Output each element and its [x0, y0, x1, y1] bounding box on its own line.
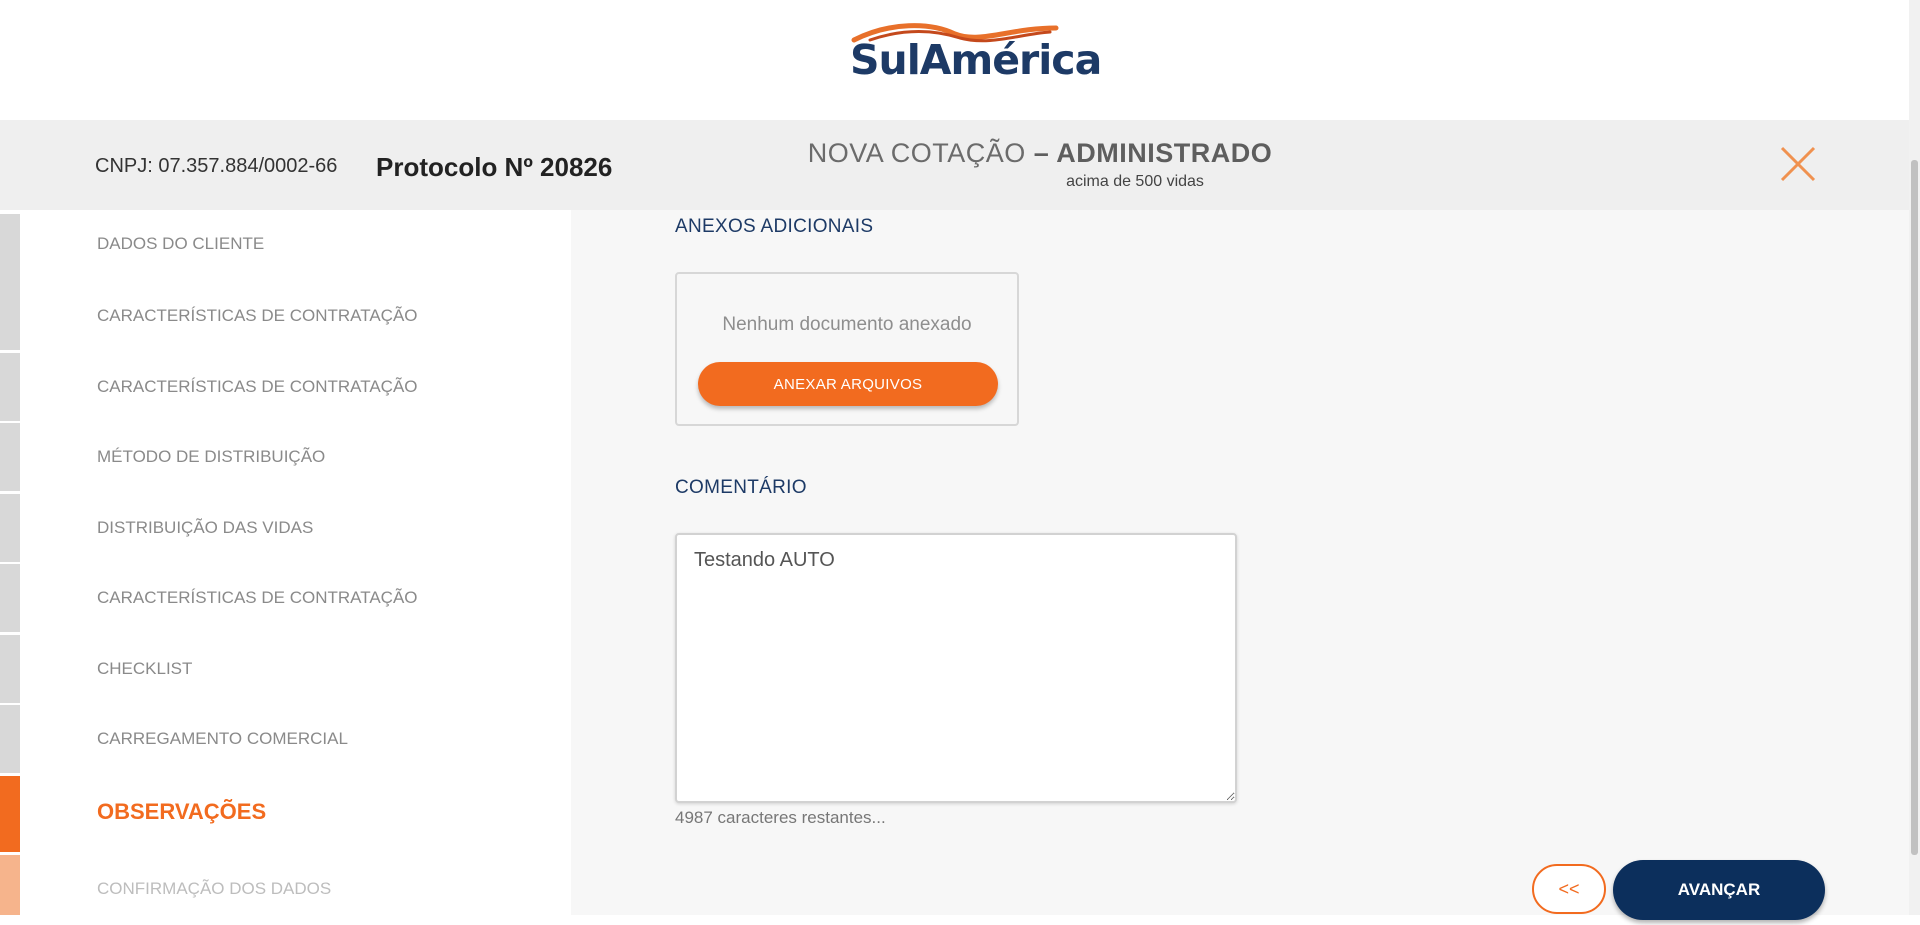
- comment-textarea[interactable]: [675, 533, 1237, 803]
- close-button[interactable]: [1778, 144, 1818, 184]
- header-bar: CNPJ: 07.357.884/0002-66 Protocolo Nº 20…: [0, 120, 1909, 210]
- page-title-strong: ADMINISTRADO: [1056, 138, 1273, 168]
- sidebar-item-label: CARREGAMENTO COMERCIAL: [97, 729, 348, 748]
- sidebar-item-label: DADOS DO CLIENTE: [97, 234, 265, 253]
- protocol-number: Protocolo Nº 20826: [376, 152, 613, 182]
- sidebar-item-observacoes[interactable]: OBSERVAÇÕES: [0, 776, 571, 852]
- step-marker: [0, 423, 20, 491]
- step-marker: [0, 214, 20, 282]
- sidebar-item-caracteristicas-3[interactable]: CARACTERÍSTICAS DE CONTRATAÇÃO: [0, 564, 571, 634]
- back-button[interactable]: <<: [1532, 864, 1606, 914]
- sidebar-item-label: CHECKLIST: [97, 659, 193, 678]
- step-marker: [0, 494, 20, 562]
- step-marker: [0, 855, 20, 915]
- sidebar-item-label: DISTRIBUIÇÃO DAS VIDAS: [97, 518, 314, 537]
- page-title-main: NOVA COTAÇÃO – ADMINISTRADO: [808, 138, 1273, 168]
- sidebar-item-dados-do-cliente[interactable]: DADOS DO CLIENTE: [0, 210, 571, 282]
- sidebar-item-caracteristicas-1[interactable]: CARACTERÍSTICAS DE CONTRATAÇÃO: [0, 282, 571, 352]
- page-title-light: NOVA COTAÇÃO: [807, 138, 1026, 168]
- step-marker: [0, 282, 20, 350]
- comment-title: COMENTÁRIO: [675, 477, 807, 498]
- step-marker: [0, 635, 20, 703]
- page-scrollbar[interactable]: [1909, 0, 1920, 915]
- sidebar-item-label: MÉTODO DE DISTRIBUIÇÃO: [97, 447, 326, 466]
- step-marker: [0, 353, 20, 421]
- sidebar-item-label: CARACTERÍSTICAS DE CONTRATAÇÃO: [97, 588, 418, 607]
- step-marker-active: [0, 776, 20, 852]
- logo-bar: SulAmérica: [0, 0, 1909, 120]
- steps-sidebar: DADOS DO CLIENTE CARACTERÍSTICAS DE CONT…: [0, 210, 571, 915]
- close-icon: [1780, 146, 1816, 182]
- sidebar-item-metodo-distribuicao[interactable]: MÉTODO DE DISTRIBUIÇÃO: [0, 423, 571, 493]
- sidebar-item-label: CARACTERÍSTICAS DE CONTRATAÇÃO: [97, 306, 418, 325]
- attachments-title: ANEXOS ADICIONAIS: [675, 216, 874, 237]
- main-content: ANEXOS ADICIONAIS Nenhum documento anexa…: [571, 210, 1909, 920]
- logo-text: SulAmérica: [850, 36, 1102, 84]
- advance-button[interactable]: AVANÇAR: [1613, 860, 1825, 920]
- step-marker: [0, 564, 20, 632]
- sidebar-item-carregamento-comercial[interactable]: CARREGAMENTO COMERCIAL: [0, 705, 571, 775]
- attachments-box: Nenhum documento anexado ANEXAR ARQUIVOS: [675, 272, 1019, 426]
- page-subtitle: acima de 500 vidas: [1066, 173, 1204, 190]
- page-title: NOVA COTAÇÃO – ADMINISTRADO acima de 500…: [700, 138, 1380, 191]
- page-title-dash: –: [1025, 138, 1057, 168]
- sidebar-item-label: CONFIRMAÇÃO DOS DADOS: [97, 879, 332, 898]
- scrollbar-thumb[interactable]: [1911, 160, 1918, 855]
- sidebar-item-checklist[interactable]: CHECKLIST: [0, 635, 571, 705]
- sidebar-item-label: OBSERVAÇÕES: [97, 799, 267, 824]
- sidebar-item-distribuicao-vidas[interactable]: DISTRIBUIÇÃO DAS VIDAS: [0, 494, 571, 564]
- sidebar-item-caracteristicas-2[interactable]: CARACTERÍSTICAS DE CONTRATAÇÃO: [0, 353, 571, 423]
- sulamerica-logo: SulAmérica: [850, 18, 1102, 84]
- character-counter: 4987 caracteres restantes...: [675, 808, 886, 827]
- step-marker: [0, 705, 20, 773]
- attachments-empty-text: Nenhum documento anexado: [722, 314, 972, 335]
- cnpj-text: CNPJ: 07.357.884/0002-66: [95, 155, 338, 177]
- attach-files-button[interactable]: ANEXAR ARQUIVOS: [698, 362, 998, 406]
- sidebar-item-label: CARACTERÍSTICAS DE CONTRATAÇÃO: [97, 377, 418, 396]
